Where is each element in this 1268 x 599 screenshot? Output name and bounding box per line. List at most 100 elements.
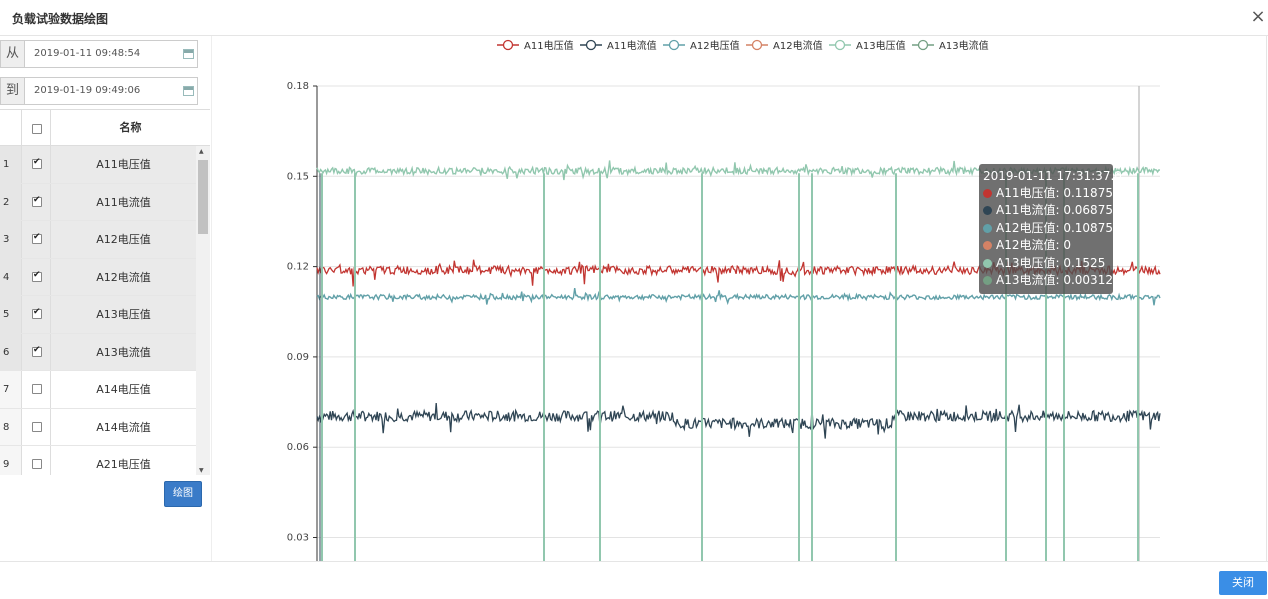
- legend-marker-icon: [668, 39, 680, 51]
- legend-marker-icon: [502, 39, 514, 51]
- plot-button[interactable]: 绘图: [164, 481, 202, 507]
- calendar-icon[interactable]: [183, 49, 194, 59]
- row-checkbox[interactable]: [32, 459, 42, 469]
- row-name: A13电流值: [96, 345, 151, 359]
- legend-marker-icon: [834, 39, 846, 51]
- row-number: 9: [0, 446, 22, 475]
- close-icon[interactable]: ×: [1248, 8, 1268, 28]
- legend-label: A12电压值: [690, 39, 740, 52]
- row-number: 4: [0, 258, 22, 295]
- table-row[interactable]: 8 A14电流值: [0, 408, 196, 446]
- from-label: 从: [0, 40, 24, 68]
- row-name: A12电压值: [96, 233, 151, 246]
- series-dot-icon: [983, 275, 992, 285]
- legend-label: A11电流值: [607, 39, 657, 52]
- row-number: 8: [0, 408, 22, 445]
- row-checkbox[interactable]: [32, 157, 42, 169]
- from-date-input[interactable]: 2019-01-11 09:48:54: [24, 40, 198, 68]
- row-checkbox[interactable]: [32, 345, 42, 357]
- tooltip-time: 2019-01-11 17:31:37.0: [983, 169, 1122, 183]
- row-number: 5: [0, 296, 22, 333]
- table-row[interactable]: 5 A13电压值: [0, 296, 196, 334]
- tooltip-row: A13电流值: 0.003125: [983, 272, 1121, 289]
- series-line: [316, 403, 1161, 439]
- table-row[interactable]: 6 A13电流值: [0, 333, 196, 371]
- close-button[interactable]: 关闭: [1219, 571, 1267, 595]
- row-checkbox-cell: [22, 333, 51, 370]
- tooltip-value: A11电流值: 0.06875: [996, 203, 1113, 218]
- legend-label: A13电流值: [939, 39, 989, 52]
- row-name: A14电流值: [96, 420, 151, 434]
- row-number: 7: [0, 371, 22, 408]
- row-number-header: [0, 110, 22, 146]
- table-scrollbar[interactable]: ▲ ▼: [196, 146, 210, 475]
- tooltip-value: A12电流值: 0: [996, 238, 1071, 253]
- row-name: A12电流值: [96, 270, 151, 284]
- row-checkbox-cell: [22, 371, 51, 408]
- table-row[interactable]: 7 A14电压值: [0, 371, 196, 409]
- to-date-input[interactable]: 2019-01-19 09:49:06: [24, 77, 198, 105]
- legend-label: A13电压值: [856, 39, 906, 52]
- table-row[interactable]: 3 A12电压值: [0, 221, 196, 259]
- row-checkbox-cell: [22, 408, 51, 445]
- select-all-cell: [22, 110, 51, 146]
- table-header: 名称: [0, 110, 210, 146]
- row-name: A11电流值: [96, 195, 151, 209]
- table-row[interactable]: 4 A12电流值: [0, 258, 196, 296]
- scroll-up-icon[interactable]: ▲: [199, 148, 204, 155]
- tooltip-row: A11电压值: 0.11875: [983, 185, 1113, 202]
- series-dot-icon: [983, 258, 992, 268]
- tooltip-value: A11电压值: 0.11875: [996, 186, 1113, 200]
- row-checkbox[interactable]: [32, 270, 42, 282]
- from-date-value: 2019-01-11 09:48:54: [34, 48, 141, 59]
- row-checkbox[interactable]: [32, 195, 42, 207]
- from-date-row: 从 2019-01-11 09:48:54: [0, 40, 198, 68]
- row-checkbox[interactable]: [32, 421, 42, 432]
- tooltip-row: A12电流值: 0: [983, 237, 1109, 254]
- row-checkbox-cell: [22, 296, 51, 333]
- row-name: A21电压值: [96, 458, 151, 471]
- series-dot-icon: [983, 223, 992, 233]
- dialog-title: 负载试验数据绘图: [12, 12, 109, 26]
- y-tick-label: 0.03: [287, 533, 309, 544]
- row-name: A13电压值: [96, 308, 151, 321]
- row-checkbox[interactable]: [32, 384, 42, 394]
- legend-marker-icon: [751, 39, 763, 51]
- calendar-icon[interactable]: [183, 86, 194, 96]
- dialog-header: 负载试验数据绘图 ×: [0, 0, 1268, 36]
- to-date-row: 到 2019-01-19 09:49:06: [0, 77, 198, 105]
- row-name: A11电压值: [96, 158, 151, 171]
- to-label: 到: [0, 77, 24, 105]
- scroll-down-icon[interactable]: ▼: [199, 467, 204, 474]
- chart-area: 0.18 0.15 0.12 0.09 0.06 0.03 A11电压值 A11电流值 A12电…: [212, 36, 1268, 561]
- scroll-thumb[interactable]: [198, 160, 208, 234]
- table-row[interactable]: 2 A11电流值: [0, 183, 196, 221]
- row-number: 3: [0, 221, 22, 258]
- name-column-header: 名称: [119, 121, 142, 134]
- legend-label: A12电流值: [773, 39, 823, 52]
- row-checkbox[interactable]: [32, 232, 42, 244]
- row-checkbox[interactable]: [32, 307, 42, 319]
- tooltip-value: A12电压值: 0.10875: [996, 220, 1113, 235]
- select-all-checkbox[interactable]: [32, 124, 42, 134]
- series-table: 名称 1 A11电压值 2 A11电流值 3 A12电压值 4 A12电流值 5 A13电压值 6 A…: [0, 109, 210, 475]
- row-name: A14电压值: [96, 383, 151, 396]
- row-number: 1: [0, 146, 22, 183]
- tooltip-row: A13电压值: 0.1525: [983, 255, 1109, 272]
- tooltip-row: A12电压值: 0.10875: [983, 220, 1113, 237]
- table-row[interactable]: 9 A21电压值: [0, 446, 196, 475]
- tooltip-value: A13电压值: 0.1525: [996, 255, 1106, 270]
- y-tick-label: 0.09: [287, 352, 309, 363]
- row-checkbox-cell: [22, 146, 51, 183]
- series-dot-icon: [983, 189, 992, 198]
- row-number: 6: [0, 333, 22, 370]
- plot-dialog: 负载试验数据绘图 × 从 2019-01-11 09:48:54 到 2019-…: [0, 0, 1268, 599]
- row-number: 2: [0, 183, 22, 220]
- chart-tooltip: 2019-01-11 17:31:37.0 A11电压值: 0.11875 A11…: [979, 164, 1122, 294]
- legend-marker-icon: [917, 39, 929, 51]
- table-row[interactable]: 1 A11电压值: [0, 146, 196, 184]
- tooltip-row: A11电流值: 0.06875: [983, 202, 1113, 219]
- series-dot-icon: [983, 241, 992, 251]
- row-checkbox-cell: [22, 221, 51, 258]
- left-panel: 从 2019-01-11 09:48:54 到 2019-01-19 09:49…: [0, 36, 212, 561]
